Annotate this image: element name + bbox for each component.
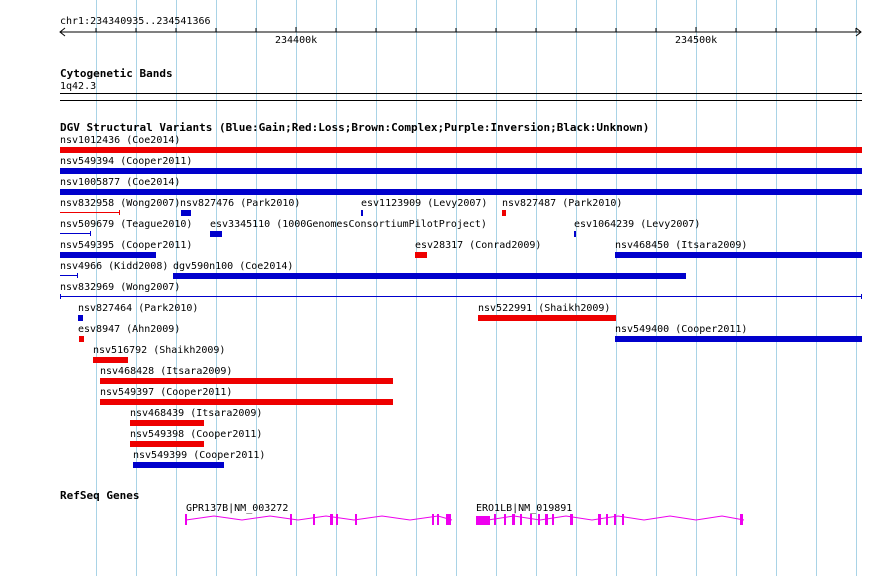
grid-line [816, 0, 817, 576]
grid-line [776, 0, 777, 576]
ruler-tick-label: 234500k [675, 35, 718, 46]
cytogenetic-track-title: Cytogenetic Bands [60, 67, 173, 80]
genome-browser-panel: chr1:234340935..234541366 234400k 234500… [0, 0, 890, 576]
variant-bar-loss[interactable] [79, 336, 84, 342]
variant-bar-end [119, 210, 120, 215]
variant-bar-loss[interactable] [100, 378, 393, 384]
variant-label[interactable]: nsv827476 (Park2010) [180, 198, 300, 209]
grid-line [696, 0, 697, 576]
variant-label[interactable]: esv1123909 (Levy2007) [361, 198, 487, 209]
grid-line [576, 0, 577, 576]
variant-label[interactable]: esv1064239 (Levy2007) [574, 219, 700, 230]
grid-line [536, 0, 537, 576]
grid-line [656, 0, 657, 576]
variant-label[interactable]: nsv549394 (Cooper2011) [60, 156, 192, 167]
gene-model-ero1lb[interactable] [474, 512, 746, 528]
variant-label[interactable]: nsv509679 (Teague2010) [60, 219, 192, 230]
grid-line [296, 0, 297, 576]
variant-bar-gain[interactable] [361, 210, 363, 216]
grid-line [416, 0, 417, 576]
variant-bar-loss[interactable] [502, 210, 506, 216]
variant-bar-end [861, 294, 862, 299]
variant-bar-loss[interactable] [130, 420, 204, 426]
variant-label[interactable]: esv28317 (Conrad2009) [415, 240, 541, 251]
variant-label[interactable]: nsv468428 (Itsara2009) [100, 366, 232, 377]
grid-line [376, 0, 377, 576]
variant-bar-gain[interactable] [210, 231, 222, 237]
dgv-track-title: DGV Structural Variants (Blue:Gain;Red:L… [60, 121, 650, 134]
variant-label[interactable]: nsv827487 (Park2010) [502, 198, 622, 209]
variant-label[interactable]: esv3345110 (1000GenomesConsortiumPilotPr… [210, 219, 487, 230]
variant-bar-gain[interactable] [615, 252, 862, 258]
grid-line [256, 0, 257, 576]
variant-bar-gain[interactable] [173, 273, 686, 279]
refseq-track-title: RefSeq Genes [60, 489, 140, 502]
grid-line [496, 0, 497, 576]
variant-bar-gain[interactable] [60, 275, 78, 276]
grid-line [856, 0, 857, 576]
variant-bar-gain[interactable] [60, 252, 156, 258]
variant-label[interactable]: nsv1005877 (Coe2014) [60, 177, 180, 188]
variant-label[interactable]: dgv590n100 (Coe2014) [173, 261, 293, 272]
variant-bar-gain[interactable] [60, 296, 862, 297]
variant-bar-end [60, 294, 61, 299]
cytoband-top-border [60, 93, 862, 94]
variant-bar-gain[interactable] [181, 210, 191, 216]
gene-model-gpr137b[interactable] [184, 512, 454, 528]
variant-bar-loss[interactable] [130, 441, 204, 447]
variant-bar-gain[interactable] [615, 336, 862, 342]
variant-bar-loss[interactable] [415, 252, 427, 258]
variant-label[interactable]: nsv549395 (Cooper2011) [60, 240, 192, 251]
variant-bar-loss[interactable] [60, 147, 862, 153]
variant-label[interactable]: nsv522991 (Shaikh2009) [478, 303, 610, 314]
variant-bar-loss[interactable] [60, 212, 120, 213]
variant-bar-end [77, 273, 78, 278]
variant-label[interactable]: nsv549399 (Cooper2011) [133, 450, 265, 461]
variant-bar-end [90, 231, 91, 236]
variant-bar-loss[interactable] [93, 357, 128, 363]
position-label: chr1:234340935..234541366 [60, 16, 211, 27]
variant-bar-gain[interactable] [78, 315, 83, 321]
variant-label[interactable]: nsv468450 (Itsara2009) [615, 240, 747, 251]
grid-line [336, 0, 337, 576]
variant-bar-gain[interactable] [60, 168, 862, 174]
variant-label[interactable]: nsv516792 (Shaikh2009) [93, 345, 225, 356]
ruler-tick-label: 234400k [275, 35, 318, 46]
grid-line [216, 0, 217, 576]
variant-label[interactable]: nsv549397 (Cooper2011) [100, 387, 232, 398]
variant-label[interactable]: esv8947 (Ahn2009) [78, 324, 180, 335]
variant-bar-gain[interactable] [60, 233, 91, 234]
variant-label[interactable]: nsv549398 (Cooper2011) [130, 429, 262, 440]
variant-label[interactable]: nsv468439 (Itsara2009) [130, 408, 262, 419]
variant-label[interactable]: nsv827464 (Park2010) [78, 303, 198, 314]
variant-bar-loss[interactable] [100, 399, 393, 405]
variant-label[interactable]: nsv4966 (Kidd2008) [60, 261, 168, 272]
grid-line [456, 0, 457, 576]
cytoband-bottom-border [60, 100, 862, 101]
variant-bar-gain[interactable] [574, 231, 576, 237]
grid-line [616, 0, 617, 576]
variant-label[interactable]: nsv549400 (Cooper2011) [615, 324, 747, 335]
variant-bar-gain[interactable] [133, 462, 224, 468]
cytoband-label: 1q42.3 [60, 81, 97, 92]
ruler-axis [59, 27, 862, 37]
variant-bar-loss[interactable] [478, 315, 616, 321]
variant-bar-gain[interactable] [60, 189, 862, 195]
variant-label[interactable]: nsv832958 (Wong2007) [60, 198, 180, 209]
variant-label[interactable]: nsv1012436 (Coe2014) [60, 135, 180, 146]
grid-line [736, 0, 737, 576]
variant-label[interactable]: nsv832969 (Wong2007) [60, 282, 180, 293]
